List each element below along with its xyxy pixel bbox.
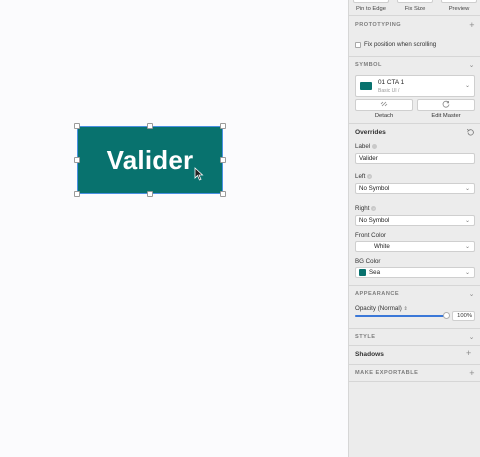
symbol-path: Basic UI / — [378, 88, 400, 94]
chevron-down-icon: ⌄ — [464, 270, 470, 276]
left-override-select[interactable]: No Symbol ⌄ — [355, 183, 475, 194]
label-override-title: Label — [355, 143, 378, 150]
divider — [349, 345, 480, 346]
detach-label: Detach — [374, 113, 394, 119]
text-override-icon — [372, 143, 378, 149]
opacity-label[interactable]: Opacity (Normal) ⇕ — [355, 305, 408, 312]
arrow-right-icon: › — [367, 173, 373, 179]
design-canvas[interactable]: Valider — [0, 0, 348, 457]
chevron-down-icon: ⌄ — [464, 83, 470, 89]
color-swatch — [359, 268, 366, 276]
resize-handle-bottom-left[interactable] — [74, 191, 80, 197]
front-color-title: Front Color — [355, 232, 386, 239]
label-override-input[interactable]: Valider — [355, 153, 475, 164]
divider — [349, 364, 480, 365]
resize-handle-top-right[interactable] — [220, 123, 226, 129]
collapse-chevron-icon[interactable]: ⌄ — [469, 333, 475, 341]
opacity-slider-knob[interactable] — [443, 312, 450, 319]
reset-overrides-icon[interactable] — [466, 128, 475, 137]
pin-to-edge-control[interactable]: Pin to Edge — [349, 0, 393, 12]
make-exportable-header[interactable]: MAKE EXPORTABLE + — [355, 368, 475, 380]
resizing-toolbar: Pin to Edge Fix Size Preview — [349, 0, 480, 16]
divider — [349, 285, 480, 286]
resize-handle-top[interactable] — [147, 123, 153, 129]
edit-master-label: Edit Master — [431, 113, 461, 119]
left-override-title: Left › — [355, 173, 373, 180]
chevron-down-icon: ⌄ — [464, 218, 470, 224]
collapse-chevron-icon[interactable]: ⌄ — [469, 61, 475, 69]
detach-button[interactable] — [355, 99, 413, 111]
arrow-right-icon: › — [371, 205, 377, 211]
symbol-name: 01 CTA 1 — [378, 79, 405, 86]
preview-control[interactable]: Preview — [437, 0, 480, 12]
appearance-header[interactable]: APPEARANCE ⌄ — [355, 291, 475, 301]
divider — [349, 381, 480, 382]
cta-button-label: Valider — [106, 144, 194, 175]
edit-master-button[interactable] — [417, 99, 475, 111]
right-override-select[interactable]: No Symbol ⌄ — [355, 215, 475, 226]
opacity-input[interactable]: 100% — [452, 311, 475, 321]
resize-handle-left[interactable] — [74, 157, 80, 163]
resize-handle-right[interactable] — [220, 157, 226, 163]
chevron-down-icon: ⌄ — [464, 244, 470, 250]
opacity-slider[interactable] — [355, 312, 450, 319]
chevron-down-icon: ⌄ — [464, 186, 470, 192]
style-header[interactable]: STYLE ⌄ — [355, 334, 475, 344]
stepper-arrows-icon: ⇕ — [403, 306, 408, 312]
add-shadow-plus-icon[interactable]: + — [466, 348, 471, 358]
front-color-select[interactable]: White ⌄ — [355, 241, 475, 252]
divider — [349, 328, 480, 329]
bg-color-title: BG Color — [355, 258, 381, 265]
fix-size-control[interactable]: Fix Size — [393, 0, 437, 12]
cta-button-layer[interactable]: Valider — [77, 126, 223, 194]
opacity-slider-fill — [355, 315, 447, 317]
symbol-picker[interactable]: 01 CTA 1 Basic UI / ⌄ — [355, 75, 475, 97]
overrides-header: Overrides — [355, 129, 386, 136]
add-plus-icon[interactable]: + — [469, 20, 475, 30]
refresh-icon — [442, 100, 450, 108]
fix-position-checkbox[interactable] — [355, 42, 361, 48]
symbol-thumbnail — [360, 82, 372, 90]
inspector-panel: Pin to Edge Fix Size Preview PROTOTYPING… — [348, 0, 480, 457]
divider — [349, 123, 480, 124]
right-override-title: Right › — [355, 205, 377, 212]
resize-handle-bottom[interactable] — [147, 191, 153, 197]
bg-color-select[interactable]: Sea ⌄ — [355, 267, 475, 278]
collapse-chevron-icon[interactable]: ⌄ — [469, 290, 475, 298]
add-export-plus-icon[interactable]: + — [469, 368, 475, 378]
mouse-pointer-icon — [194, 167, 204, 181]
prototyping-header[interactable]: PROTOTYPING + — [355, 20, 475, 32]
unlink-icon — [380, 101, 388, 107]
fix-position-label: Fix position when scrolling — [364, 41, 437, 48]
resize-handle-bottom-right[interactable] — [220, 191, 226, 197]
resize-handle-top-left[interactable] — [74, 123, 80, 129]
shadows-header: Shadows — [355, 351, 384, 358]
divider — [349, 56, 480, 57]
symbol-header[interactable]: SYMBOL ⌄ — [355, 62, 475, 72]
